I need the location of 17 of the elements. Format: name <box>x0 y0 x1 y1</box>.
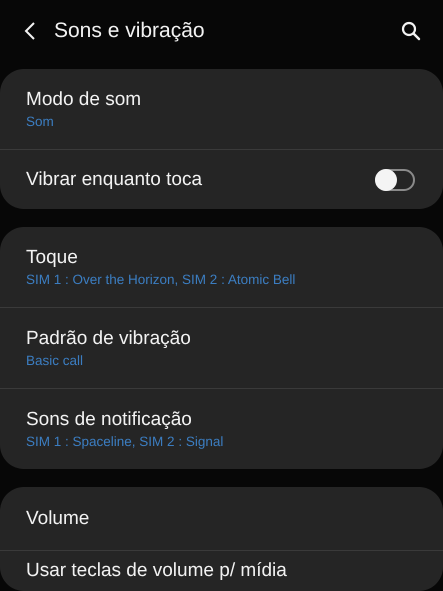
search-icon <box>401 21 421 41</box>
back-button[interactable] <box>24 22 36 40</box>
setting-title: Toque <box>26 247 79 269</box>
page-title: Sons e vibração <box>54 19 206 43</box>
search-button[interactable] <box>401 21 421 41</box>
setting-title: Volume <box>26 508 90 530</box>
setting-summary: SIM 1 : Over the Horizon, SIM 2 : Atomic Bell <box>26 272 296 287</box>
setting-title: Vibrar enquanto toca <box>26 168 204 190</box>
setting-title: Modo de som <box>26 89 142 111</box>
setting-title: Sons de notificação <box>26 409 193 431</box>
setting-summary: Som <box>26 114 55 129</box>
setting-title: Padrão de vibração <box>26 328 192 350</box>
back-icon <box>24 22 36 40</box>
setting-summary: Basic call <box>26 353 84 368</box>
toggle-switch[interactable] <box>375 168 415 190</box>
setting-title: Usar teclas de volume p/ mídia <box>26 560 288 582</box>
setting-summary: SIM 1 : Spaceline, SIM 2 : Signal <box>26 434 224 449</box>
